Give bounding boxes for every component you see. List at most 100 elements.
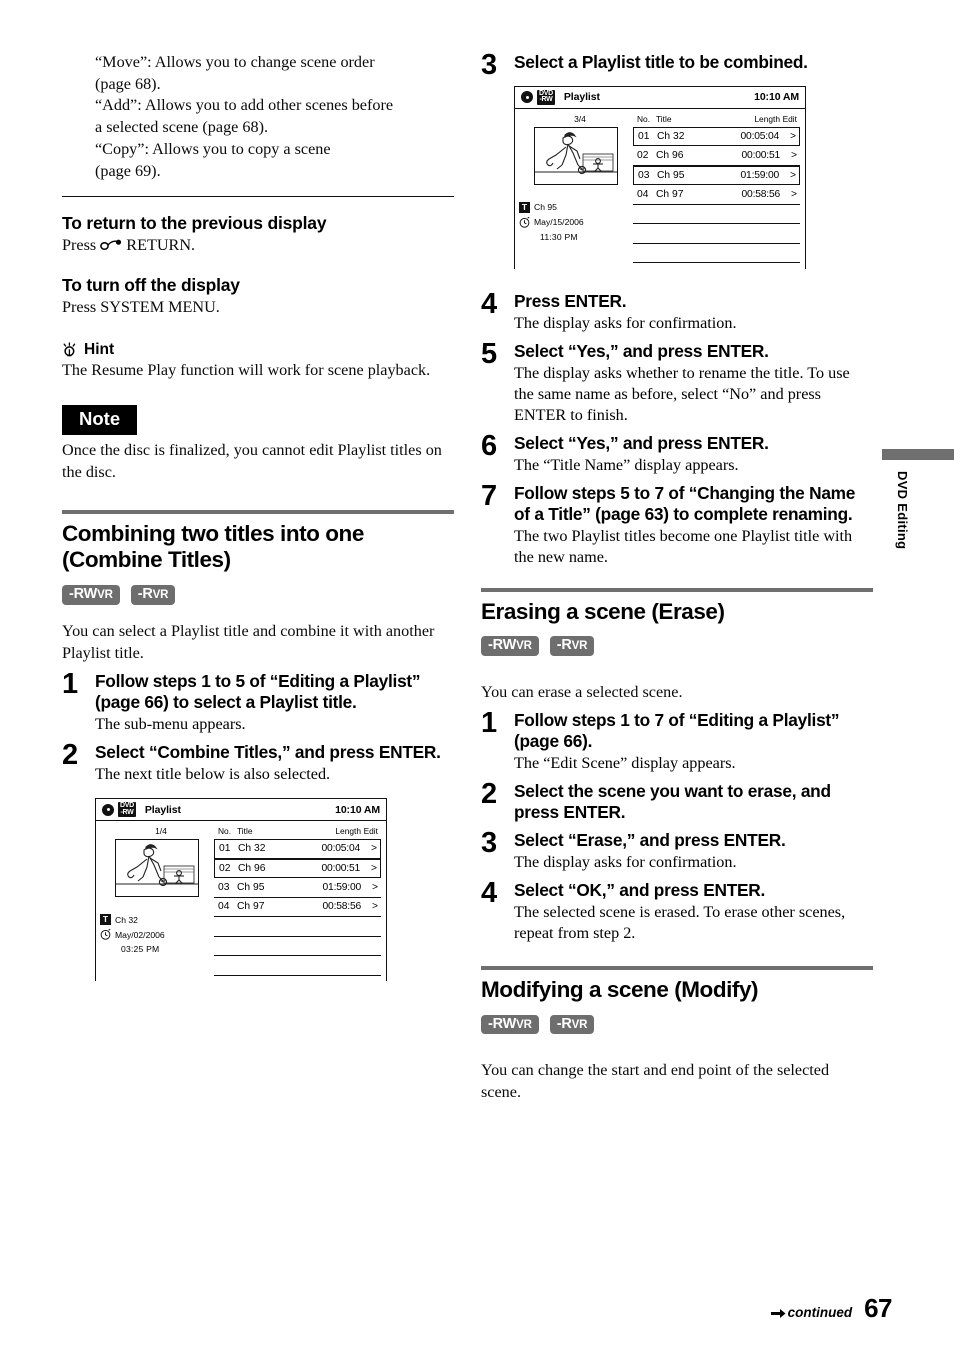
badge-rvr: -R VR <box>549 636 595 656</box>
page-number: 67 <box>864 1293 892 1323</box>
osd-title-row: T Ch 32 <box>100 914 214 926</box>
step-title: Follow steps 1 to 7 of “Editing a Playli… <box>514 710 840 752</box>
table-row[interactable]: 03 Ch 95 01:59:00 > <box>633 165 800 186</box>
badge-rvr: -R VR <box>549 1014 595 1035</box>
side-tab-label: DVD Editing <box>895 471 910 550</box>
badge-prefix: -R <box>556 637 572 654</box>
row-title: Ch 32 <box>657 131 685 143</box>
step-title: Select “Yes,” and press ENTER. <box>514 340 769 361</box>
step-6: 6 Select “Yes,” and press ENTER. The “Ti… <box>481 432 873 476</box>
disc-icon <box>521 91 533 104</box>
return-to-previous-text: Press RETURN. <box>62 235 454 257</box>
osd-titlebar: DVD -RW Playlist 10:10 AM <box>515 87 806 109</box>
heading-line-1: Combining two titles into one <box>62 520 364 546</box>
title-chip-icon: T <box>100 914 111 926</box>
row-length: 00:05:04 <box>321 843 361 855</box>
row-title: Ch 32 <box>238 843 266 855</box>
badge-prefix: -RW <box>488 637 517 654</box>
step-title: Select the scene you want to erase, and … <box>514 781 831 823</box>
intro-line: a selected scene (page 68). <box>95 118 269 137</box>
osd-clock: 10:10 AM <box>335 803 380 816</box>
continued-indicator: continued <box>770 1305 853 1324</box>
note-block: Note Once the disc is finalized, you can… <box>62 405 454 483</box>
badge-prefix: -R <box>556 1015 572 1032</box>
osd-title: Playlist <box>563 91 600 104</box>
modify-section: Modifying a scene (Modify) -RW VR -R VR Yo… <box>481 966 873 1103</box>
step-2: 2 Select “Combine Titles,” and press ENT… <box>62 741 454 982</box>
side-tab-bar <box>882 449 954 460</box>
row-title: Ch 95 <box>657 170 685 182</box>
side-tab: DVD Editing <box>882 449 954 549</box>
row-title: Ch 96 <box>656 150 684 162</box>
row-title: Ch 96 <box>238 862 266 874</box>
osd-title: Playlist <box>144 803 181 816</box>
row-title: Ch 97 <box>656 189 684 201</box>
arrow-right-icon <box>770 1307 786 1318</box>
disc-format-badges: -RW VR -R VR <box>481 636 873 656</box>
intro-line: (page 69). <box>95 161 161 180</box>
table-row[interactable]: 01 Ch 32 00:05:04 > <box>214 839 381 859</box>
hint-header: Hint <box>62 341 454 359</box>
osd-thumbnail <box>115 839 199 898</box>
step-title: Follow steps 5 to 7 of “Changing the Nam… <box>514 483 856 524</box>
osd-metadata: T Ch 32 May/02/2006 03:25 PM <box>100 914 214 954</box>
hint-label: Hint <box>84 340 115 358</box>
erase-section: Erasing a scene (Erase) -RW VR -R VR You c… <box>481 587 873 944</box>
step-title: Select “Erase,” and press ENTER. <box>514 830 786 851</box>
table-row[interactable]: 02 Ch 96 00:00:51 > <box>214 858 381 879</box>
column-header-no: No. <box>218 826 232 837</box>
modify-intro-text: You can change the start and end point o… <box>481 1061 830 1101</box>
row-edit-arrow[interactable]: > <box>360 843 380 854</box>
row-edit-arrow[interactable]: > <box>779 131 799 142</box>
step-note: The sub-menu appears. <box>95 715 246 734</box>
row-edit-arrow[interactable]: > <box>779 170 799 181</box>
table-row[interactable]: 01 Ch 32 00:05:04 > <box>633 126 800 147</box>
row-no: 04 <box>218 901 230 913</box>
return-icon <box>100 236 122 251</box>
horizontal-divider <box>62 196 454 198</box>
step-note: The next title below is also selected. <box>95 765 331 784</box>
badge-prefix: -RW <box>488 1015 517 1032</box>
table-row[interactable]: 02 Ch 96 00:00:51 > <box>633 146 800 166</box>
return-text-suffix: RETURN. <box>126 236 196 255</box>
row-no: 01 <box>219 843 231 855</box>
intro-line: “Copy”: Allows you to copy a scene <box>95 139 331 158</box>
step-title: Press ENTER. <box>514 290 627 311</box>
osd-date-row: May/02/2006 <box>100 928 214 940</box>
turn-off-display-text: Press SYSTEM MENU. <box>62 297 220 316</box>
row-title: Ch 95 <box>237 881 265 893</box>
row-length: 00:00:51 <box>321 862 361 874</box>
row-edit-arrow[interactable]: > <box>780 189 800 200</box>
badge-rwvr: -RW VR <box>481 636 539 656</box>
step-note: The “Edit Scene” display appears. <box>514 754 736 773</box>
row-no: 03 <box>638 170 650 182</box>
step-note: The selected scene is erased. To erase o… <box>514 903 846 943</box>
osd-meta-title: Ch 95 <box>534 202 557 213</box>
step-number: 3 <box>481 49 497 81</box>
continued-label: continued <box>787 1305 853 1320</box>
dvd-chip-line2: -RW <box>539 96 553 104</box>
hint-text: The Resume Play function will work for s… <box>62 360 431 379</box>
turn-off-display-heading: To turn off the display <box>62 274 240 295</box>
table-row-empty <box>214 937 381 957</box>
row-edit-arrow[interactable]: > <box>361 882 381 893</box>
lightbulb-icon <box>62 341 77 359</box>
erase-step-4: 4 Select “OK,” and press ENTER. The sele… <box>481 877 873 944</box>
step-number: 4 <box>481 877 497 910</box>
table-row-empty <box>214 917 381 937</box>
erase-intro-text: You can erase a selected scene. <box>481 682 683 701</box>
table-row[interactable]: 03 Ch 95 01:59:00 > <box>214 878 381 898</box>
table-row[interactable]: 04 Ch 97 00:58:56 > <box>214 898 381 918</box>
step-title: Select a Playlist title to be combined. <box>514 52 808 72</box>
page-footer: continued 67 <box>770 1293 892 1324</box>
table-row-empty <box>633 244 800 264</box>
modify-scene-heading: Modifying a scene (Modify) <box>481 977 759 1003</box>
left-column: “Move”: Allows you to change scene order… <box>62 52 454 982</box>
osd-list-header: No. Title Length Edit <box>214 826 381 839</box>
right-column: 3 Select a Playlist title to be combined… <box>481 49 873 1103</box>
row-edit-arrow[interactable]: > <box>360 863 380 874</box>
table-row[interactable]: 04 Ch 97 00:58:56 > <box>633 185 800 205</box>
row-edit-arrow[interactable]: > <box>780 150 800 161</box>
table-row-empty <box>214 956 381 976</box>
row-edit-arrow[interactable]: > <box>361 901 381 912</box>
